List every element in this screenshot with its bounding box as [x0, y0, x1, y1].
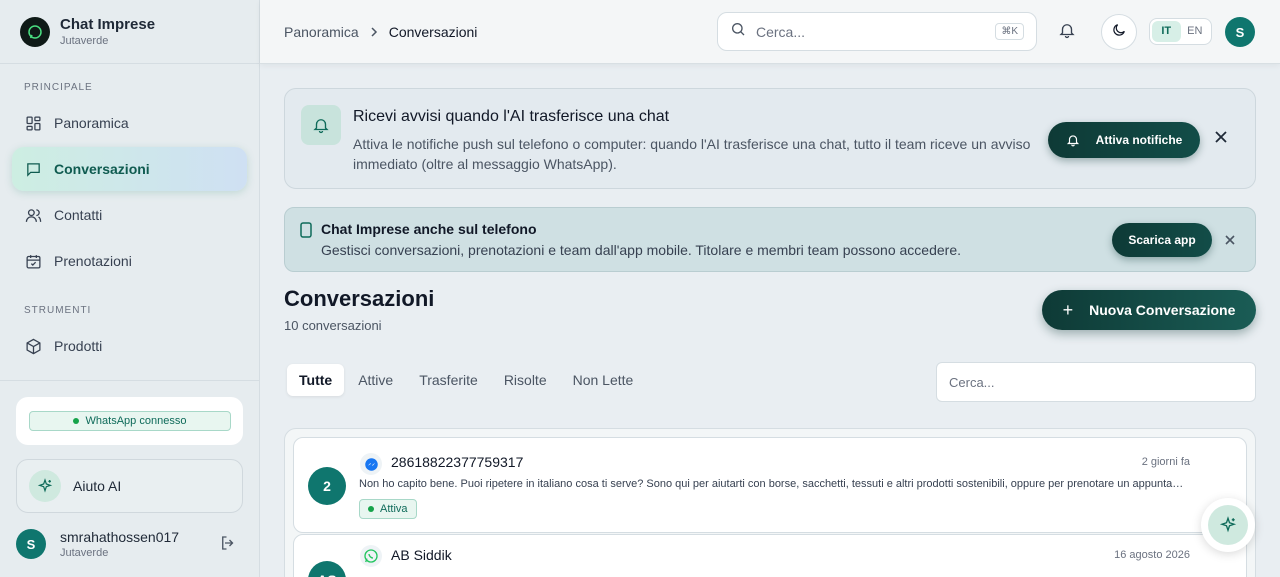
bell-icon[interactable]	[1058, 20, 1076, 45]
sidebar-divider	[0, 380, 260, 381]
brand: Chat Imprese Jutaverde	[0, 0, 259, 64]
breadcrumb: Panoramica Conversazioni	[284, 24, 477, 40]
top-header: Panoramica Conversazioni Cerca... ⌘K IT …	[260, 0, 1280, 64]
status-badge: Attiva	[359, 499, 417, 519]
tab-non-lette[interactable]: Non Lette	[561, 364, 646, 396]
button-label: Attiva notifiche	[1095, 133, 1183, 147]
user-name: smrahathossen017	[60, 529, 180, 545]
tab-attive[interactable]: Attive	[346, 364, 405, 396]
avatar[interactable]: S	[16, 529, 46, 559]
list-item[interactable]: AS AB Siddik 16 agosto 2026	[293, 534, 1247, 577]
lang-en-button[interactable]: EN	[1181, 21, 1210, 42]
plus-icon: +	[1062, 299, 1074, 320]
whatsapp-status-badge: WhatsApp connesso	[28, 411, 231, 431]
logout-icon[interactable]	[219, 534, 237, 557]
status-dot-icon	[368, 506, 374, 512]
filter-tabs: Tutte Attive Trasferite Risolte Non Lett…	[284, 362, 647, 398]
sidebar-item-label: Contatti	[54, 207, 103, 223]
sidebar-item-label: Conversazioni	[54, 161, 150, 177]
sidebar-item-panoramica[interactable]: Panoramica	[12, 101, 247, 145]
list-item[interactable]: 2 28618822377759317 2 giorni fa Non ho c…	[293, 437, 1247, 533]
users-icon	[24, 206, 42, 224]
conversation-search-input[interactable]: Cerca...	[936, 362, 1256, 402]
lang-it-button[interactable]: IT	[1152, 21, 1181, 42]
conversation-date: 2 giorni fa	[1141, 456, 1190, 468]
sidebar-item-prenotazioni[interactable]: Prenotazioni	[12, 239, 247, 283]
search-placeholder: Cerca...	[949, 374, 995, 390]
avatar: 2	[308, 467, 346, 505]
tab-risolte[interactable]: Risolte	[492, 364, 559, 396]
breadcrumb-current: Conversazioni	[388, 24, 478, 40]
box-icon	[24, 337, 42, 355]
button-label: Nuova Conversazione	[1089, 302, 1236, 318]
new-conversation-button[interactable]: + Nuova Conversazione	[1042, 290, 1256, 330]
sidebar-item-conversazioni[interactable]: Conversazioni	[12, 147, 247, 191]
page-title: Conversazioni	[284, 286, 435, 311]
banner-title: Chat Imprese anche sul telefono	[321, 221, 537, 237]
sparkles-icon	[1208, 505, 1248, 545]
search-placeholder: Cerca...	[756, 23, 806, 40]
sidebar-item-contatti[interactable]: Contatti	[12, 193, 247, 237]
mobile-app-banner: Chat Imprese anche sul telefono Gestisci…	[284, 207, 1256, 272]
banner-text: Gestisci conversazioni, prenotazioni e t…	[321, 242, 961, 258]
tab-tutte[interactable]: Tutte	[287, 364, 345, 396]
ai-help-label: Aiuto AI	[73, 478, 122, 494]
theme-toggle-button[interactable]	[1101, 14, 1137, 50]
messenger-icon	[360, 453, 382, 475]
section-label-tools: STRUMENTI	[24, 305, 92, 316]
conversation-date: 16 agosto 2026	[1114, 549, 1190, 561]
conversation-list: 2 28618822377759317 2 giorni fa Non ho c…	[284, 428, 1256, 577]
dashboard-icon	[24, 114, 42, 132]
whatsapp-icon	[360, 545, 382, 567]
ai-assistant-fab[interactable]	[1201, 498, 1255, 552]
brand-name: Chat Imprese	[60, 16, 156, 33]
section-label-main: PRINCIPALE	[24, 82, 93, 93]
tab-trasferite[interactable]: Trasferite	[407, 364, 490, 396]
global-search-input[interactable]: Cerca... ⌘K	[717, 12, 1037, 51]
conversation-preview: Non ho capito bene. Puoi ripetere in ita…	[359, 478, 1191, 490]
close-icon[interactable]	[1224, 233, 1236, 251]
sidebar-item-label: Panoramica	[54, 115, 129, 131]
avatar[interactable]: S	[1225, 17, 1255, 47]
conversation-count: 10 conversazioni	[284, 318, 382, 333]
brand-org: Jutaverde	[60, 35, 109, 47]
status-label: Attiva	[380, 503, 408, 515]
avatar: AS	[308, 561, 346, 577]
moon-icon	[1111, 22, 1127, 43]
banner-title: Ricevi avvisi quando l'AI trasferisce un…	[353, 108, 670, 125]
status-dot-icon	[72, 418, 79, 424]
chat-icon	[24, 160, 42, 178]
bell-icon	[1066, 132, 1080, 148]
conversation-name: 28618822377759317	[391, 454, 524, 470]
calendar-icon	[24, 252, 42, 270]
bell-icon	[301, 105, 341, 145]
whatsapp-status-card: WhatsApp connesso	[16, 397, 243, 445]
enable-notifications-button[interactable]: Attiva notifiche	[1048, 122, 1200, 158]
breadcrumb-item[interactable]: Panoramica	[284, 24, 359, 40]
conversation-name: AB Siddik	[391, 547, 452, 563]
notifications-banner: Ricevi avvisi quando l'AI trasferisce un…	[284, 88, 1256, 189]
whatsapp-status-text: WhatsApp connesso	[85, 415, 187, 427]
sidebar-item-prodotti[interactable]: Prodotti	[12, 324, 247, 368]
shortcut-badge: ⌘K	[995, 23, 1024, 40]
sidebar-item-label: Prodotti	[54, 338, 103, 354]
brand-logo-icon	[20, 16, 50, 47]
download-app-button[interactable]: Scarica app	[1112, 223, 1212, 257]
search-icon	[730, 21, 746, 42]
close-icon[interactable]	[1214, 130, 1228, 149]
chevron-right-icon	[369, 24, 379, 40]
smartphone-icon	[300, 222, 312, 243]
language-switcher: IT EN	[1149, 18, 1212, 45]
ai-help-button[interactable]: Aiuto AI	[16, 459, 243, 513]
sparkles-icon	[29, 470, 61, 502]
user-profile: S smrahathossen017 Jutaverde	[16, 524, 243, 564]
user-org: Jutaverde	[60, 547, 109, 559]
sidebar-item-label: Prenotazioni	[54, 253, 132, 269]
sidebar: Chat Imprese Jutaverde PRINCIPALE Panora…	[0, 0, 260, 577]
banner-text: Attiva le notifiche push sul telefono o …	[353, 136, 1031, 172]
